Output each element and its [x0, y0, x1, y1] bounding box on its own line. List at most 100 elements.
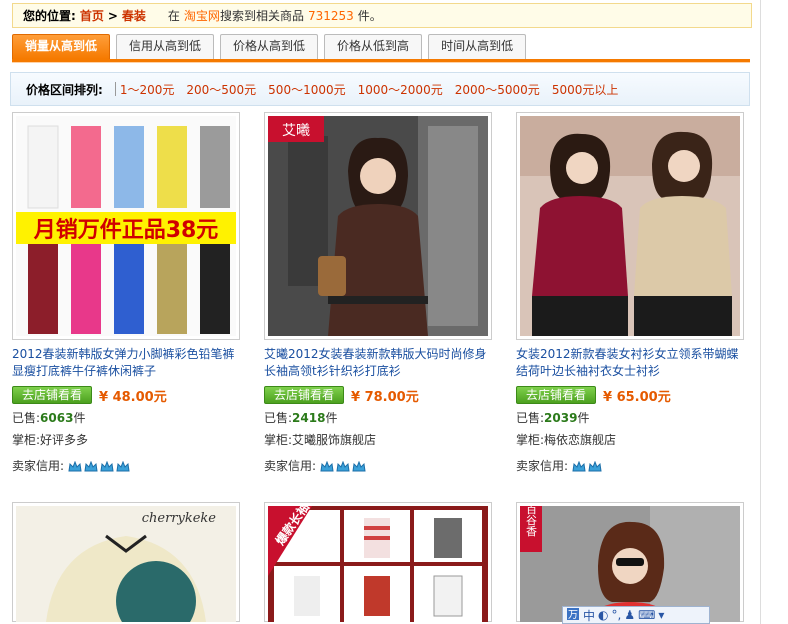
site-link[interactable]: 淘宝网: [184, 7, 220, 24]
punctuation-icon[interactable]: °,: [612, 608, 622, 622]
keeper-row: 掌柜:梅依恋旗舰店: [516, 431, 744, 449]
breadcrumb: 您的位置: 首页 > 春装 在 淘宝网 搜索到相关商品 731253 件。: [12, 3, 752, 28]
result-count: 731253: [307, 8, 354, 23]
product-image-caption: 艾曦: [282, 123, 310, 139]
seller-credit-crowns: [320, 458, 368, 476]
crown-icon: [116, 461, 130, 472]
product-image-link[interactable]: 月销万件正品38元: [12, 112, 240, 340]
category-link[interactable]: 春装: [122, 7, 146, 24]
keyboard-icon[interactable]: ⌨: [638, 608, 655, 622]
keeper-name[interactable]: 艾曦服饰旗舰店: [292, 433, 376, 447]
sold-label: 已售:: [264, 411, 293, 425]
credit-row: 卖家信用:: [12, 457, 240, 475]
credit-row: 卖家信用:: [264, 457, 492, 475]
keeper-label: 掌柜:: [264, 433, 293, 447]
tab-price-desc[interactable]: 价格从高到低: [220, 34, 319, 59]
brand-caption: cherrykeke: [142, 511, 217, 526]
product-image-link[interactable]: 百谷香: [516, 502, 744, 622]
search-prefix: 在: [167, 9, 180, 23]
sold-count: 2418: [292, 411, 326, 425]
keeper-name[interactable]: 好评多多: [40, 433, 88, 447]
product-card: 月销万件正品38元 2012春装新韩版女弹力小脚裤彩色铅笔裤显瘦打底裤牛仔裤休闲…: [12, 112, 240, 475]
location-label: 您的位置:: [23, 9, 76, 23]
search-middle: 搜索到相关商品: [219, 9, 304, 23]
menu-icon[interactable]: ▾: [658, 608, 664, 622]
product-image: [520, 116, 740, 336]
svg-text:万: 万: [568, 610, 578, 621]
product-price: ¥ 65.00元: [603, 389, 671, 405]
price-filter: 价格区间排列: 1～200元 200～500元 500～1000元 1000～2…: [10, 72, 750, 106]
product-image: 月销万件正品38元: [16, 116, 236, 336]
product-image-link[interactable]: 艾曦: [264, 112, 492, 340]
ime-logo-icon[interactable]: 万: [566, 607, 580, 624]
keeper-row: 掌柜:艾曦服饰旗舰店: [264, 431, 492, 449]
price-range-1[interactable]: 1～200元: [120, 81, 175, 98]
crown-icon: [588, 461, 602, 472]
visit-shop-button[interactable]: 去店铺看看: [12, 386, 92, 404]
brand-caption: 百谷香: [525, 506, 538, 537]
crown-icon: [336, 461, 350, 472]
user-icon[interactable]: ♟: [624, 608, 635, 622]
product-image-link[interactable]: cherrykeke: [12, 502, 240, 622]
crown-icon: [320, 461, 334, 472]
crown-icon: [84, 461, 98, 472]
product-image-caption: 月销万件正品38元: [33, 218, 219, 243]
sold-unit: 件: [325, 411, 338, 425]
sold-row: 已售:2418件: [264, 409, 492, 427]
ime-toolbar[interactable]: 万 中 ◐ °, ♟ ⌨ ▾: [562, 606, 710, 624]
price-range-4[interactable]: 1000～2000元: [358, 81, 443, 98]
seller-credit-crowns: [68, 458, 132, 476]
price-range-6[interactable]: 5000元以上: [552, 81, 619, 98]
product-image: 爆款长袖: [268, 506, 488, 622]
moon-icon[interactable]: ◐: [598, 608, 608, 622]
sold-unit: 件: [73, 411, 86, 425]
tab-underline: [12, 59, 750, 63]
sold-count: 6063: [40, 411, 74, 425]
crown-icon: [352, 461, 366, 472]
product-image: 百谷香: [520, 506, 740, 622]
sold-label: 已售:: [12, 411, 41, 425]
sort-tabs: 销量从高到低 信用从高到低 价格从高到低 价格从低到高 时间从高到低: [12, 34, 750, 64]
tab-time-desc[interactable]: 时间从高到低: [428, 34, 527, 59]
page-right-edge: [760, 0, 788, 624]
price-range-2[interactable]: 200～500元: [186, 81, 256, 98]
product-image: 艾曦: [268, 116, 488, 336]
product-title-link[interactable]: 2012春装新韩版女弹力小脚裤彩色铅笔裤显瘦打底裤牛仔裤休闲裤子: [12, 346, 240, 380]
home-link[interactable]: 首页: [80, 7, 104, 24]
product-image: cherrykeke: [16, 506, 236, 622]
product-price: ¥ 78.00元: [351, 389, 419, 405]
tab-sales-desc[interactable]: 销量从高到低: [12, 34, 111, 59]
credit-label: 卖家信用:: [264, 459, 317, 473]
keeper-label: 掌柜:: [516, 433, 545, 447]
credit-label: 卖家信用:: [516, 459, 569, 473]
visit-shop-button[interactable]: 去店铺看看: [516, 386, 596, 404]
keeper-row: 掌柜:好评多多: [12, 431, 240, 449]
sold-count: 2039: [544, 411, 578, 425]
sold-row: 已售:2039件: [516, 409, 744, 427]
crown-icon: [572, 461, 586, 472]
tab-credit-desc[interactable]: 信用从高到低: [116, 34, 215, 59]
crown-icon: [100, 461, 114, 472]
product-card: 女装2012新款春装女衬衫女立领系带蝴蝶结荷叶边长袖衬衣女士衬衫 去店铺看看 ¥…: [516, 112, 744, 475]
search-suffix: 件。: [357, 9, 382, 23]
price-filter-divider: [114, 82, 116, 96]
visit-shop-button[interactable]: 去店铺看看: [264, 386, 344, 404]
sold-label: 已售:: [516, 411, 545, 425]
product-image-link[interactable]: [516, 112, 744, 340]
product-title-link[interactable]: 女装2012新款春装女衬衫女立领系带蝴蝶结荷叶边长袖衬衣女士衬衫: [516, 346, 744, 380]
keeper-name[interactable]: 梅依恋旗舰店: [544, 433, 616, 447]
product-card: 艾曦 艾曦2012女装春装新款韩版大码时尚修身长袖高领t衫针织衫打底衫 去店铺看…: [264, 112, 492, 475]
price-range-5[interactable]: 2000～5000元: [455, 81, 540, 98]
sold-unit: 件: [577, 411, 590, 425]
tab-price-asc[interactable]: 价格从低到高: [324, 34, 423, 59]
price-range-3[interactable]: 500～1000元: [268, 81, 345, 98]
seller-credit-crowns: [572, 458, 604, 476]
sold-row: 已售:6063件: [12, 409, 240, 427]
keeper-label: 掌柜:: [12, 433, 41, 447]
credit-label: 卖家信用:: [12, 459, 65, 473]
ime-mode-toggle[interactable]: 中: [583, 607, 595, 624]
credit-row: 卖家信用:: [516, 457, 744, 475]
product-price: ¥ 48.00元: [99, 389, 167, 405]
product-image-link[interactable]: 爆款长袖: [264, 502, 492, 622]
product-title-link[interactable]: 艾曦2012女装春装新款韩版大码时尚修身长袖高领t衫针织衫打底衫: [264, 346, 492, 380]
